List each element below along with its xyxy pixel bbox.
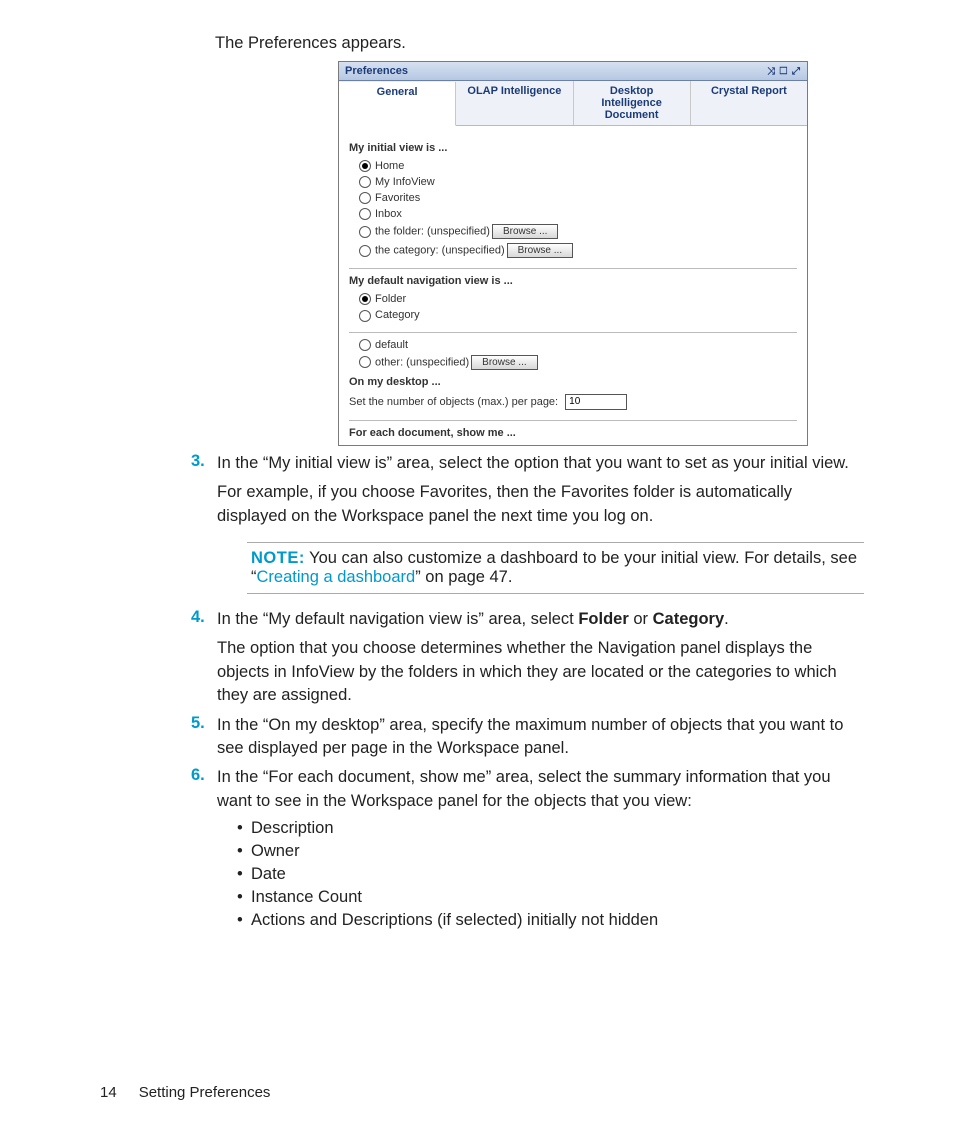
radio-label: default [375,339,408,351]
step-text: In the “My default navigation view is” a… [217,608,864,631]
tab-desktop-intelligence[interactable]: Desktop Intelligence Document [574,81,691,125]
radio-icon [359,310,371,322]
radio-default[interactable]: default [359,339,797,351]
section-title: Setting Preferences [139,1084,271,1101]
browse-folder-button[interactable]: Browse ... [492,224,558,239]
bullet-list: •Description •Owner •Date •Instance Coun… [237,819,864,930]
radio-label: Folder [375,293,406,305]
tab-olap[interactable]: OLAP Intelligence [456,81,573,125]
radio-label: Favorites [375,192,420,204]
radio-label: Category [375,309,420,321]
tab-crystal-report[interactable]: Crystal Report [691,81,807,125]
page-root: The Preferences appears. Preferences ⤨ ☐… [0,0,954,930]
radio-label: Home [375,160,404,172]
heading-initial-view: My initial view is ... [349,142,797,154]
radio-favorites[interactable]: Favorites [359,192,797,204]
preferences-body: My initial view is ... Home My InfoView … [339,126,807,445]
heading-each-document: For each document, show me ... [349,427,797,439]
radio-icon [359,245,371,257]
bullet-text: Actions and Descriptions (if selected) i… [251,911,658,929]
intro-text: The Preferences appears. [215,34,864,53]
preferences-screenshot: Preferences ⤨ ☐ ⤢ General OLAP Intellige… [338,61,864,446]
radio-category[interactable]: the category: (unspecified)Browse ... [359,243,797,258]
step-text: In the “For each document, show me” area… [217,766,864,813]
max-objects-input[interactable] [565,394,627,410]
bold-category: Category [653,610,725,628]
heading-nav-view: My default navigation view is ... [349,275,797,287]
max-objects-row: Set the number of objects (max.) per pag… [349,394,797,410]
radio-inbox[interactable]: Inbox [359,208,797,220]
window-control-icons[interactable]: ⤨ ☐ ⤢ [767,66,801,77]
radio-nav-category[interactable]: Category [359,309,797,321]
note-box: NOTE: You can also customize a dashboard… [247,542,864,594]
step-3: 3. In the “My initial view is” area, sel… [217,452,864,594]
browse-other-button[interactable]: Browse ... [471,355,537,370]
divider [349,268,797,269]
step-number: 6. [191,766,205,785]
note-text-after: ” on page 47. [415,568,512,586]
bullet-item: •Actions and Descriptions (if selected) … [237,911,864,930]
preferences-window: Preferences ⤨ ☐ ⤢ General OLAP Intellige… [338,61,808,446]
text: or [629,610,653,628]
radio-label: My InfoView [375,176,435,188]
bullet-item: •Owner [237,842,864,861]
preferences-titlebar: Preferences ⤨ ☐ ⤢ [339,62,807,81]
step-text: For example, if you choose Favorites, th… [217,481,864,528]
bullet-text: Description [251,819,334,837]
page-footer: 14 Setting Preferences [100,1084,270,1101]
text: In the “My default navigation view is” a… [217,610,578,628]
step-number: 5. [191,714,205,733]
bullet-item: •Date [237,865,864,884]
radio-folder[interactable]: the folder: (unspecified)Browse ... [359,224,797,239]
radio-icon [359,293,371,305]
bullet-text: Instance Count [251,888,362,906]
radio-label: Inbox [375,208,402,220]
bullet-item: •Instance Count [237,888,864,907]
step-4: 4. In the “My default navigation view is… [217,608,864,708]
radio-nav-folder[interactable]: Folder [359,293,797,305]
radio-icon [359,208,371,220]
radio-icon [359,192,371,204]
preferences-title-text: Preferences [345,65,408,77]
tab-general[interactable]: General [339,82,456,126]
heading-on-my-desktop: On my desktop ... [349,376,797,388]
radio-icon [359,339,371,351]
radio-icon [359,226,371,238]
radio-icon [359,356,371,368]
radio-other[interactable]: other: (unspecified)Browse ... [359,355,797,370]
preferences-tabbar: General OLAP Intelligence Desktop Intell… [339,81,807,126]
step-text: The option that you choose determines wh… [217,637,864,707]
step-text: In the “My initial view is” area, select… [217,452,864,475]
bold-folder: Folder [578,610,628,628]
radio-label: the category: (unspecified) [375,245,505,257]
radio-icon [359,160,371,172]
radio-home[interactable]: Home [359,160,797,172]
step-number: 4. [191,608,205,627]
radio-icon [359,176,371,188]
bullet-text: Owner [251,842,300,860]
browse-category-button[interactable]: Browse ... [507,243,573,258]
radio-myinfoview[interactable]: My InfoView [359,176,797,188]
note-label: NOTE: [251,549,305,567]
step-6: 6. In the “For each document, show me” a… [217,766,864,930]
radio-label: the folder: (unspecified) [375,226,490,238]
radio-label: other: (unspecified) [375,356,469,368]
divider [349,420,797,421]
bullet-item: •Description [237,819,864,838]
text: . [724,610,729,628]
link-creating-dashboard[interactable]: Creating a dashboard [257,568,416,586]
page-number: 14 [100,1084,117,1101]
max-objects-label: Set the number of objects (max.) per pag… [349,396,558,408]
step-5: 5. In the “On my desktop” area, specify … [217,714,864,761]
step-number: 3. [191,452,205,471]
bullet-text: Date [251,865,286,883]
divider [349,332,797,333]
step-text: In the “On my desktop” area, specify the… [217,714,864,761]
